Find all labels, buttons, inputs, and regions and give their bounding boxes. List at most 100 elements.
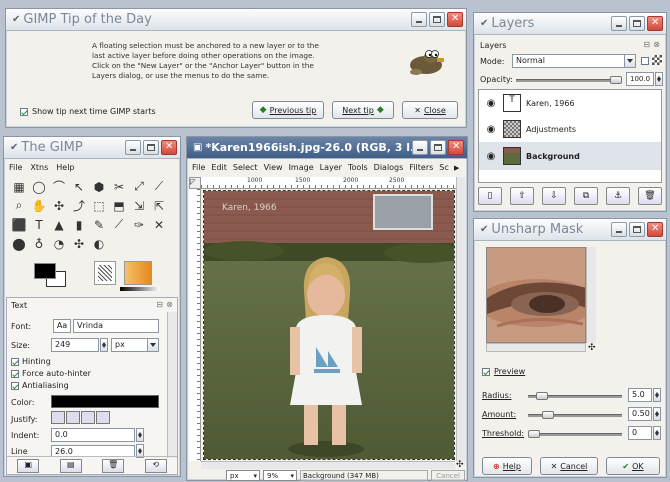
gimp-menu-icon[interactable]: ✔ — [10, 142, 18, 153]
hinting-row[interactable]: Hinting — [11, 357, 51, 366]
force-autohinter-row[interactable]: Force auto-hinter — [11, 369, 91, 378]
menu-script-fu[interactable]: Sc — [439, 163, 448, 172]
restore-options-button[interactable]: ▤ — [59, 458, 82, 473]
gradient-strip[interactable] — [120, 287, 160, 291]
tool-button[interactable]: ⬤ — [9, 234, 29, 253]
minimize-button[interactable] — [125, 140, 141, 155]
minimize-button[interactable] — [611, 16, 627, 31]
layers-titlebar[interactable]: ✔ Layers — [474, 13, 666, 35]
close-window-button[interactable] — [447, 12, 463, 27]
preview-checkbox[interactable] — [482, 367, 490, 376]
text-options-scrollbar[interactable] — [167, 312, 177, 458]
tool-button[interactable]: ⤴ — [69, 196, 89, 215]
opacity-spinner[interactable] — [655, 72, 663, 86]
threshold-spinner[interactable] — [653, 426, 661, 440]
duplicate-layer-button[interactable]: ⧉ — [574, 187, 598, 205]
threshold-slider[interactable] — [528, 430, 622, 438]
panel-menu-icon[interactable]: ⊟ — [643, 40, 650, 49]
menu-filters[interactable]: Filters — [409, 163, 433, 172]
tool-button[interactable]: ✋ — [29, 196, 49, 215]
anchor-layer-button[interactable]: ⚓ — [606, 187, 630, 205]
tool-button[interactable]: ⬢ — [89, 177, 109, 196]
lock-alpha-checkbox[interactable] — [641, 57, 649, 65]
image-titlebar[interactable]: ▣ *Karen1966ish.jpg-26.0 (RGB, 3 l... — [187, 137, 467, 159]
ruler-corner[interactable]: ◸ — [189, 177, 201, 189]
cancel-button[interactable]: ✕ Cancel — [540, 457, 598, 475]
vertical-ruler[interactable] — [189, 189, 201, 461]
layer-name[interactable]: Karen, 1966 — [526, 99, 575, 108]
text-color-button[interactable] — [51, 395, 159, 408]
panel-close-icon[interactable]: ⊗ — [653, 40, 660, 49]
opacity-slider[interactable] — [516, 76, 622, 84]
tool-button[interactable]: ⬒ — [109, 196, 129, 215]
close-window-button[interactable] — [647, 222, 663, 237]
menu-xtns[interactable]: Xtns — [30, 163, 48, 172]
mode-select[interactable]: Normal — [512, 54, 636, 68]
tool-button[interactable]: ▦ — [9, 177, 29, 196]
toolbox-titlebar[interactable]: ✔ The GIMP — [4, 137, 180, 159]
unsharp-titlebar[interactable]: ✔ Unsharp Mask — [474, 219, 666, 241]
tool-button[interactable]: ◯ — [29, 177, 49, 196]
tool-button[interactable]: ✣ — [49, 196, 69, 215]
amount-input[interactable]: 0.50 — [628, 407, 652, 421]
hinting-checkbox[interactable] — [11, 357, 19, 366]
tool-button[interactable]: ✎ — [89, 215, 109, 234]
menu-file[interactable]: File — [192, 163, 205, 172]
ok-button[interactable]: ✔ OK — [606, 457, 660, 475]
image-vertical-scrollbar[interactable] — [456, 177, 466, 461]
close-window-button[interactable] — [161, 140, 177, 155]
previous-tip-button[interactable]: ◆ Previous tip — [252, 101, 324, 119]
menu-view[interactable]: View — [264, 163, 283, 172]
save-options-button[interactable]: ▣ — [17, 458, 40, 473]
gimp-menu-icon[interactable]: ✔ — [480, 224, 488, 235]
amount-spinner[interactable] — [653, 407, 661, 421]
maximize-button[interactable] — [629, 16, 645, 31]
unit-dropdown-arrow[interactable] — [147, 338, 159, 352]
brush-preview[interactable] — [94, 261, 116, 285]
size-input[interactable]: 249 — [51, 338, 99, 352]
image-canvas[interactable]: Karen, 1966 — [203, 190, 455, 460]
tool-button[interactable]: ↖ — [69, 177, 89, 196]
tool-button[interactable]: ⇲ — [129, 196, 149, 215]
reset-options-button[interactable]: ⟲ — [144, 458, 167, 473]
indent-spinner[interactable] — [136, 428, 144, 442]
tool-button[interactable]: ⌕ — [9, 196, 29, 215]
unit-select[interactable]: px ▾ — [226, 469, 260, 481]
new-layer-button[interactable]: ▯ — [478, 187, 502, 205]
justify-right-button[interactable] — [66, 411, 80, 424]
image-menu-icon[interactable]: ▣ — [193, 142, 202, 153]
delete-layer-button[interactable]: 🗑 — [638, 187, 662, 205]
tool-button[interactable]: ▲ — [49, 215, 69, 234]
layer-row-adjustments[interactable]: ◉ Adjustments — [479, 116, 661, 142]
help-button[interactable]: ⊕ Help — [482, 457, 532, 475]
menu-image[interactable]: Image — [289, 163, 314, 172]
radius-spinner[interactable] — [653, 388, 661, 402]
minimize-button[interactable] — [412, 140, 428, 155]
tool-button[interactable]: ◔ — [49, 234, 69, 253]
tool-button[interactable]: ✣ — [69, 234, 89, 253]
menu-help[interactable]: Help — [56, 163, 74, 172]
tool-button[interactable]: ⬚ — [89, 196, 109, 215]
tool-button[interactable]: ⇱ — [149, 196, 169, 215]
menu-tools[interactable]: Tools — [348, 163, 368, 172]
mode-dropdown-arrow[interactable] — [624, 54, 636, 68]
eye-icon[interactable]: ◉ — [479, 98, 503, 109]
fg-bg-colors[interactable] — [32, 261, 72, 291]
preview-vertical-scrollbar[interactable] — [586, 247, 596, 343]
close-window-button[interactable] — [647, 16, 663, 31]
tool-button[interactable]: ◐ — [89, 234, 109, 253]
opacity-input[interactable]: 100.0 — [626, 72, 654, 86]
show-tip-checkbox-row[interactable]: Show tip next time GIMP starts — [20, 107, 156, 116]
gimp-menu-icon[interactable]: ✔ — [480, 18, 488, 29]
zoom-select[interactable]: 9% ▾ — [263, 469, 297, 481]
menu-arrow-icon[interactable]: ▶ — [454, 164, 463, 174]
amount-slider[interactable] — [528, 411, 622, 419]
radius-input[interactable]: 5.0 — [628, 388, 652, 402]
gimp-menu-icon[interactable]: ✔ — [12, 14, 20, 25]
size-spinner[interactable] — [100, 338, 108, 352]
menu-edit[interactable]: Edit — [211, 163, 227, 172]
horizontal-ruler[interactable]: 1000 1500 2000 2500 — [201, 177, 457, 189]
layer-name[interactable]: Background — [526, 152, 580, 161]
radius-slider[interactable] — [528, 392, 622, 400]
tool-button[interactable]: ⬛ — [9, 215, 29, 234]
